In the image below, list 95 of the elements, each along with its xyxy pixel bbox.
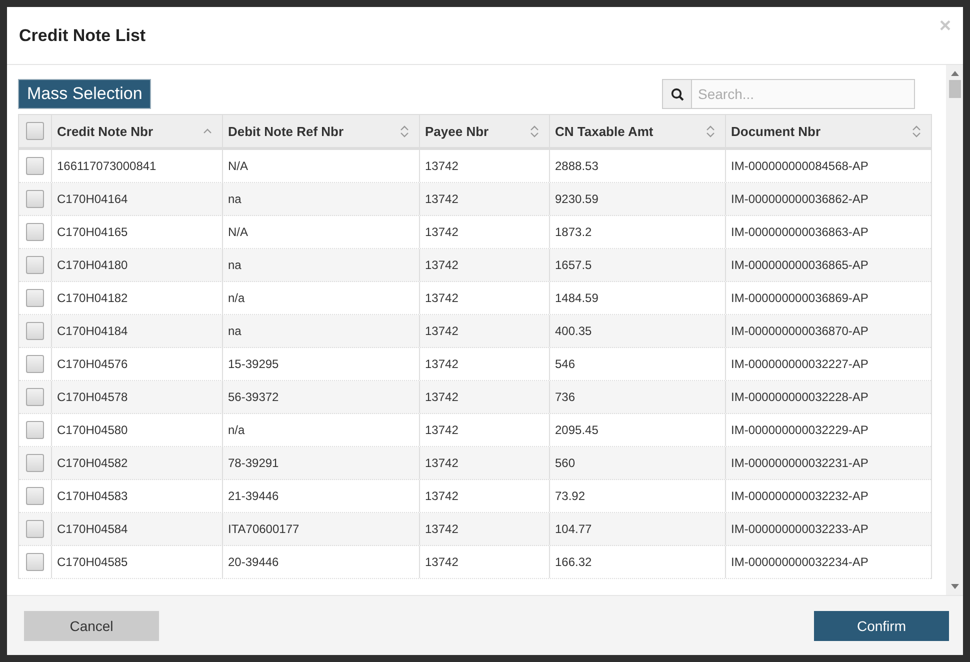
row-checkbox[interactable] [26, 223, 44, 241]
table-cell: IM-000000000032231-AP [725, 447, 931, 479]
table-cell: 13742 [419, 414, 549, 446]
search-field[interactable]: Search... [691, 79, 915, 109]
sort-icon [530, 124, 539, 138]
table-cell: C170H04584 [51, 513, 222, 545]
table-cell: 73.92 [549, 480, 725, 512]
table-cell: IM-000000000032229-AP [725, 414, 931, 446]
table-cell: 15-39295 [222, 348, 419, 380]
table-cell: 1873.2 [549, 216, 725, 248]
table-cell: 9230.59 [549, 183, 725, 215]
row-checkbox[interactable] [26, 355, 44, 373]
row-checkbox[interactable] [26, 421, 44, 439]
table-cell: C170H04182 [51, 282, 222, 314]
row-checkbox[interactable] [26, 454, 44, 472]
sort-icon [706, 124, 715, 138]
row-checkbox[interactable] [26, 520, 44, 538]
confirm-button[interactable]: Confirm [814, 610, 949, 640]
table-cell: 13742 [419, 150, 549, 182]
table-cell: na [222, 315, 419, 347]
table-cell: 13742 [419, 348, 549, 380]
table-cell: N/A [222, 150, 419, 182]
table-cell: 546 [549, 348, 725, 380]
table-cell: 13742 [419, 216, 549, 248]
table-cell: IM-000000000036865-AP [725, 249, 931, 281]
search-icon [670, 88, 684, 100]
table-cell: C170H04585 [51, 546, 222, 578]
scroll-up-icon[interactable] [950, 71, 958, 76]
table-cell: 400.35 [549, 315, 725, 347]
table-cell: 20-39446 [222, 546, 419, 578]
table-cell: C170H04580 [51, 414, 222, 446]
table-cell: n/a [222, 414, 419, 446]
table-cell: C170H04164 [51, 183, 222, 215]
table-cell: 166.32 [549, 546, 725, 578]
table-cell: C170H04180 [51, 249, 222, 281]
row-checkbox[interactable] [26, 157, 44, 175]
table-cell: 21-39446 [222, 480, 419, 512]
table-cell: IM-000000000032234-AP [725, 546, 931, 578]
dialog-title: Credit Note List [19, 26, 146, 46]
table-cell: 2095.45 [549, 414, 725, 446]
table-cell: 13742 [419, 183, 549, 215]
row-checkbox[interactable] [26, 190, 44, 208]
row-checkbox[interactable] [26, 256, 44, 274]
table-cell: IM-000000000036870-AP [725, 315, 931, 347]
table-cell: 736 [549, 381, 725, 413]
table-cell: IM-000000000084568-AP [725, 150, 931, 182]
table-cell: 13742 [419, 447, 549, 479]
table-cell: 1657.5 [549, 249, 725, 281]
table-cell: N/A [222, 216, 419, 248]
row-checkbox[interactable] [26, 289, 44, 307]
table-cell: IM-000000000036863-AP [725, 216, 931, 248]
table-cell: C170H04583 [51, 480, 222, 512]
scrollbar-thumb[interactable] [948, 80, 960, 98]
table-cell: 166117073000841 [51, 150, 222, 182]
table-cell: 2888.53 [549, 150, 725, 182]
table-cell: 13742 [419, 315, 549, 347]
mass-selection-button[interactable]: Mass Selection [18, 79, 152, 109]
table-cell: na [222, 183, 419, 215]
row-checkbox[interactable] [26, 388, 44, 406]
select-all-checkbox[interactable] [26, 122, 44, 140]
sort-ascending-icon [203, 128, 212, 134]
table-cell: ITA70600177 [222, 513, 419, 545]
table-cell: 13742 [419, 249, 549, 281]
table-cell: 560 [549, 447, 725, 479]
scroll-down-icon[interactable] [950, 584, 958, 589]
table-cell: 56-39372 [222, 381, 419, 413]
table-cell: na [222, 249, 419, 281]
table-cell: 1484.59 [549, 282, 725, 314]
sort-icon [400, 124, 409, 138]
sort-icon [912, 124, 921, 138]
table-cell: C170H04165 [51, 216, 222, 248]
table-cell: IM-000000000032227-AP [725, 348, 931, 380]
table-cell: 78-39291 [222, 447, 419, 479]
table-cell: n/a [222, 282, 419, 314]
table-cell: C170H04184 [51, 315, 222, 347]
table-cell: IM-000000000032228-AP [725, 381, 931, 413]
search-button[interactable] [662, 79, 691, 109]
table-cell: IM-000000000032233-AP [725, 513, 931, 545]
table-cell: 13742 [419, 381, 549, 413]
row-checkbox[interactable] [26, 322, 44, 340]
table-cell: IM-000000000036869-AP [725, 282, 931, 314]
table-cell: 13742 [419, 513, 549, 545]
row-checkbox[interactable] [26, 487, 44, 505]
row-checkbox[interactable] [26, 553, 44, 571]
table-cell: IM-000000000036862-AP [725, 183, 931, 215]
table-cell: C170H04578 [51, 381, 222, 413]
table-cell: C170H04576 [51, 348, 222, 380]
table-cell: 104.77 [549, 513, 725, 545]
table-cell: IM-000000000032232-AP [725, 480, 931, 512]
table-cell: 13742 [419, 282, 549, 314]
cancel-button[interactable]: Cancel [24, 610, 159, 640]
table-cell: 13742 [419, 480, 549, 512]
table-cell: 13742 [419, 546, 549, 578]
table-cell: C170H04582 [51, 447, 222, 479]
scrollbar[interactable] [946, 65, 963, 595]
